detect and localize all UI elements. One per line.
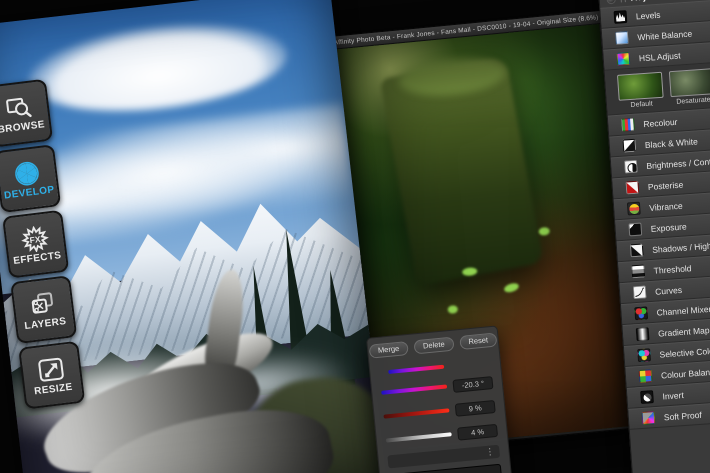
preset-default[interactable]: Default (616, 71, 664, 110)
soft-proof-icon (641, 411, 656, 425)
toolbar-button-effects[interactable]: FX EFFECTS (2, 209, 70, 279)
selective-colour-icon (637, 348, 652, 363)
kebab-menu-icon[interactable]: ⋮ (485, 445, 495, 459)
svg-text:FX: FX (29, 234, 41, 245)
adjustment-label: Shadows / Highlights (651, 238, 710, 255)
browse-icon (6, 97, 32, 118)
hsl-adjustment-dialog: MergeDeleteReset -20.3 °9 %4 % ⋮ Normal (366, 325, 513, 473)
adjustment-label: Soft Proof (663, 409, 703, 422)
adjustment-label: Black & White (644, 135, 699, 150)
hue-shift-value[interactable]: -20.3 ° (452, 375, 494, 393)
adjustment-label: Brightness / Contrast (646, 155, 710, 171)
preset-thumbnail (616, 71, 664, 101)
adjustment-label: Vibrance (648, 200, 683, 213)
adjustment-label: Threshold (653, 262, 692, 276)
toolbar-button-develop[interactable]: DEVELOP (0, 144, 62, 214)
toolbar-button-resize[interactable]: RESIZE (18, 340, 86, 410)
toolbar-button-browse[interactable]: BROWSE (0, 78, 54, 148)
black-white-icon (622, 138, 637, 153)
resize-icon (38, 357, 64, 382)
gradient-map-icon (635, 327, 650, 342)
saturation-shift-value[interactable]: 9 % (454, 399, 496, 417)
app-background: Affinity Photo Beta - Frank Jones - Fans… (0, 0, 710, 473)
develop-icon (15, 161, 39, 186)
merge-button[interactable]: Merge (368, 341, 409, 359)
adjustment-label: Selective Colour (659, 344, 710, 360)
hsl-adjust-icon (616, 51, 631, 66)
toolbar-label: EFFECTS (12, 250, 63, 267)
channel-mixer-icon (634, 306, 649, 321)
delete-button[interactable]: Delete (413, 336, 455, 355)
adjustment-label: Exposure (650, 220, 687, 234)
exposure-icon (628, 222, 643, 237)
toolbar-button-layers[interactable]: LAYERS (10, 275, 78, 345)
brightness-contrast-icon (623, 159, 638, 174)
panel-knob-icon[interactable] (606, 0, 616, 4)
preset-label: Desaturate (676, 96, 710, 106)
curves-icon (632, 285, 647, 300)
hsl-presets-strip: Default Desaturate (604, 61, 710, 116)
toolbar-label: DEVELOP (3, 184, 56, 202)
threshold-icon (631, 264, 646, 279)
colour-balance-icon (638, 369, 653, 384)
hue-range-slider[interactable] (388, 364, 445, 374)
adjustment-label: Colour Balance (660, 366, 710, 381)
panel-grip-icon[interactable] (620, 0, 626, 3)
shadows-highlights-icon (629, 243, 644, 258)
recolour-icon (621, 117, 635, 132)
adjustment-label: Curves (654, 284, 683, 297)
reset-button[interactable]: Reset (458, 332, 498, 351)
adjustment-label: White Balance (637, 28, 693, 42)
white-balance-icon (614, 31, 629, 45)
posterise-icon (625, 180, 640, 195)
adjustment-label: Channel Mixer (656, 303, 710, 318)
adjustment-label: Posterise (647, 179, 684, 192)
saturation-shift-slider[interactable] (383, 408, 450, 419)
preset-label: Default (630, 100, 653, 110)
hue-shift-slider[interactable] (381, 384, 448, 395)
adjustment-label: HSL Adjust (638, 49, 681, 63)
adjustment-label: Invert (662, 389, 685, 401)
preset-desaturate[interactable]: Desaturate (668, 68, 710, 106)
effects-icon: FX (21, 225, 49, 253)
hsl-slider-rows: -20.3 ° 9 % 4 % (379, 353, 499, 452)
invert-icon (640, 390, 654, 405)
luminosity-shift-value[interactable]: 4 % (456, 423, 499, 441)
adjustment-label: Recolour (643, 116, 678, 129)
adjustment-label: Gradient Map (657, 324, 710, 339)
layers-icon (31, 292, 53, 314)
vibrance-icon (626, 201, 641, 216)
preset-thumbnail (668, 68, 710, 98)
adjustment-label: Levels (635, 9, 661, 21)
levels-icon (613, 10, 628, 24)
luminosity-shift-slider[interactable] (385, 432, 452, 443)
